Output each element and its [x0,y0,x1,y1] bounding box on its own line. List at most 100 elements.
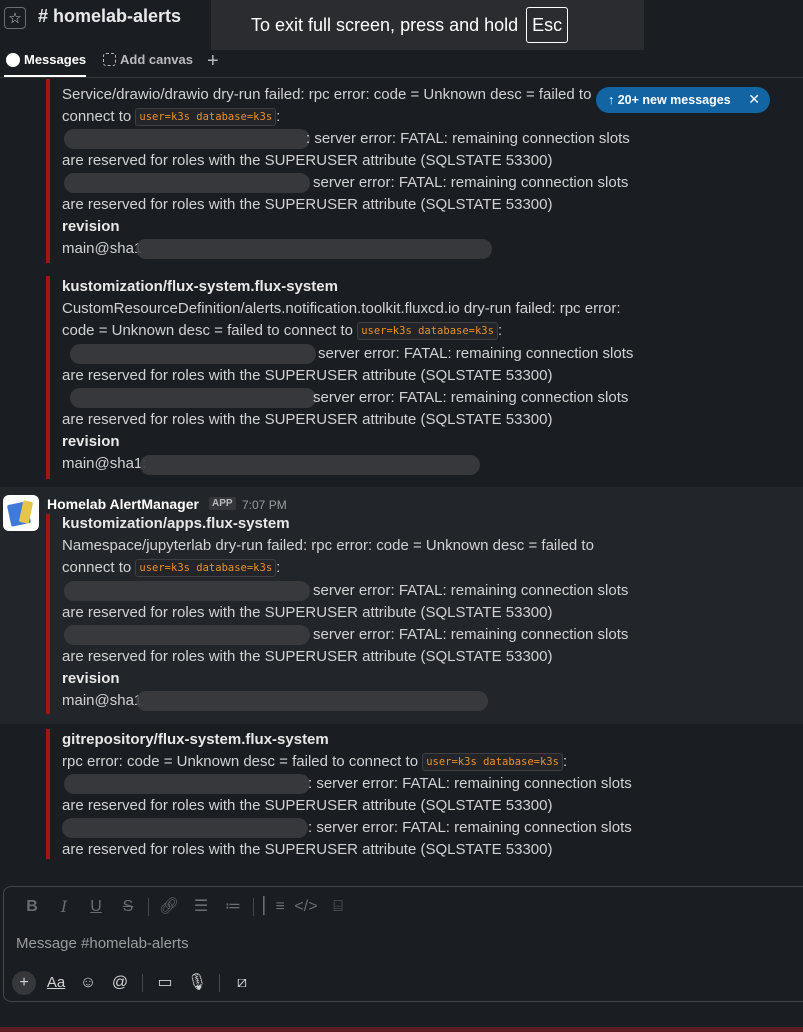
tab-add-canvas-label: Add canvas [120,52,193,67]
redacted-text [70,344,316,364]
message-line: : server error: FATAL: remaining connect… [308,775,632,792]
message-line: Service/drawio/drawio dry-run failed: rp… [62,86,592,103]
message-line: CustomResourceDefinition/alerts.notifica… [62,300,621,317]
active-tab-indicator [4,75,86,77]
message-line: are reserved for roles with the SUPERUSE… [62,841,553,858]
attachment-bar [46,514,50,714]
avatar[interactable] [3,495,39,531]
inline-code: user=k3s database=k3s [135,108,277,126]
message-line: server error: FATAL: remaining connectio… [318,345,634,362]
revision-value: main@sha1 [62,240,143,257]
message-line: : server error: FATAL: remaining connect… [308,819,632,836]
slash-command-icon[interactable]: ⧄ [226,972,258,994]
ordered-list-icon[interactable]: ☰ [185,897,217,917]
underline-icon[interactable]: U [80,897,112,917]
canvas-icon [103,53,116,66]
toolbar-divider [253,898,254,916]
video-icon[interactable]: ▭ [149,972,181,994]
toolbar-divider [148,898,149,916]
message-line: code = Unknown desc = failed to connect … [62,322,503,340]
code-icon[interactable]: </> [290,897,322,917]
window-bottom-edge [0,1027,803,1032]
text-format-icon[interactable]: Aa [40,972,72,994]
attachment-title: gitrepository/flux-system.flux-system [62,731,329,748]
toolbar-divider [219,974,220,992]
message-line: are reserved for roles with the SUPERUSE… [62,648,553,665]
redacted-text [64,625,310,645]
message-line: server error: FATAL: remaining connectio… [313,626,629,643]
italic-icon[interactable]: I [48,897,80,917]
redacted-text [70,388,316,408]
message-composer[interactable]: B I U S 🔗︎ ☰ ≔ ▏≡ </> ⌸ Message #homelab… [3,886,803,1002]
star-icon[interactable]: ☆ [4,7,26,29]
inline-code: user=k3s database=k3s [357,322,498,340]
redacted-text [136,239,492,259]
mention-icon[interactable]: @ [104,972,136,994]
bulleted-list-icon[interactable]: ≔ [217,897,249,917]
channel-title[interactable]: # homelab-alerts [38,6,181,27]
sender-name[interactable]: Homelab AlertManager [47,496,199,512]
inline-code: user=k3s database=k3s [135,559,277,577]
redacted-text [64,774,310,794]
bold-icon[interactable]: B [16,897,48,917]
new-messages-label: ↑ 20+ new messages [608,93,731,107]
redacted-text [64,581,310,601]
tab-add-canvas[interactable]: Add canvas [103,52,193,67]
message-line: are reserved for roles with the SUPERUSE… [62,604,553,621]
attachment-title: kustomization/flux-system.flux-system [62,278,338,295]
message-line: server error: FATAL: remaining connectio… [313,174,629,191]
attachment-title: kustomization/apps.flux-system [62,515,290,532]
revision-value: main@sha1 [62,692,143,709]
message-line: are reserved for roles with the SUPERUSE… [62,196,553,213]
revision-label: revision [62,670,120,687]
redacted-text [64,173,310,193]
message-line: rpc error: code = Unknown desc = failed … [62,753,568,771]
message-list[interactable]: Service/drawio/drawio dry-run failed: rp… [0,79,803,879]
redacted-text [136,691,488,711]
redacted-text [62,818,308,838]
message-line: connect to user=k3s database=k3s: [62,108,281,126]
tab-messages[interactable]: Messages [6,52,86,67]
message-line: connect to user=k3s database=k3s: [62,559,281,577]
revision-label: revision [62,218,120,235]
message-line: : server error: FATAL: remaining connect… [306,130,630,147]
code-block-icon[interactable]: ⌸ [322,897,354,917]
attachment-bar [46,729,50,859]
redacted-text [140,455,480,475]
add-tab-plus-icon[interactable]: + [207,50,219,73]
message-bubble-icon [6,52,20,67]
revision-value: main@sha1: [62,455,147,472]
message-line: are reserved for roles with the SUPERUSE… [62,152,553,169]
strikethrough-icon[interactable]: S [112,897,144,917]
new-messages-button[interactable]: ↑ 20+ new messages ✕ [596,87,770,113]
app-badge: APP [209,497,236,510]
attachment-bar [46,276,50,479]
link-icon[interactable]: 🔗︎ [153,897,185,917]
attachment-bar [46,79,50,263]
message-line: server error: FATAL: remaining connectio… [313,582,629,599]
message-input[interactable]: Message #homelab-alerts [16,935,189,952]
blockquote-icon[interactable]: ▏≡ [258,897,290,917]
toolbar-divider [142,974,143,992]
message-timestamp[interactable]: 7:07 PM [242,498,287,512]
emoji-icon[interactable]: ☺ [72,972,104,994]
microphone-icon[interactable]: 🎙︎ [181,972,213,994]
formatting-toolbar: B I U S 🔗︎ ☰ ≔ ▏≡ </> ⌸ [16,897,354,917]
message-line: are reserved for roles with the SUPERUSE… [62,367,553,384]
message-line: Namespace/jupyterlab dry-run failed: rpc… [62,537,594,554]
tab-messages-label: Messages [24,52,87,67]
fullscreen-banner: To exit full screen, press and hold Esc [211,0,644,50]
channel-header: ☆ # homelab-alerts To exit full screen, … [0,0,803,50]
redacted-text [64,129,310,149]
plus-icon[interactable]: + [12,971,36,995]
channel-tabs: Messages Add canvas [0,46,803,78]
close-icon[interactable]: ✕ [748,91,760,108]
fullscreen-text: To exit full screen, press and hold [251,14,519,35]
message-line: are reserved for roles with the SUPERUSE… [62,411,553,428]
message-line: are reserved for roles with the SUPERUSE… [62,797,553,814]
esc-key: Esc [526,7,569,43]
composer-actions: + Aa ☺ @ ▭ 🎙︎ ⧄ [12,971,258,995]
message-line: server error: FATAL: remaining connectio… [313,389,629,406]
inline-code: user=k3s database=k3s [422,753,563,771]
revision-label: revision [62,433,120,450]
